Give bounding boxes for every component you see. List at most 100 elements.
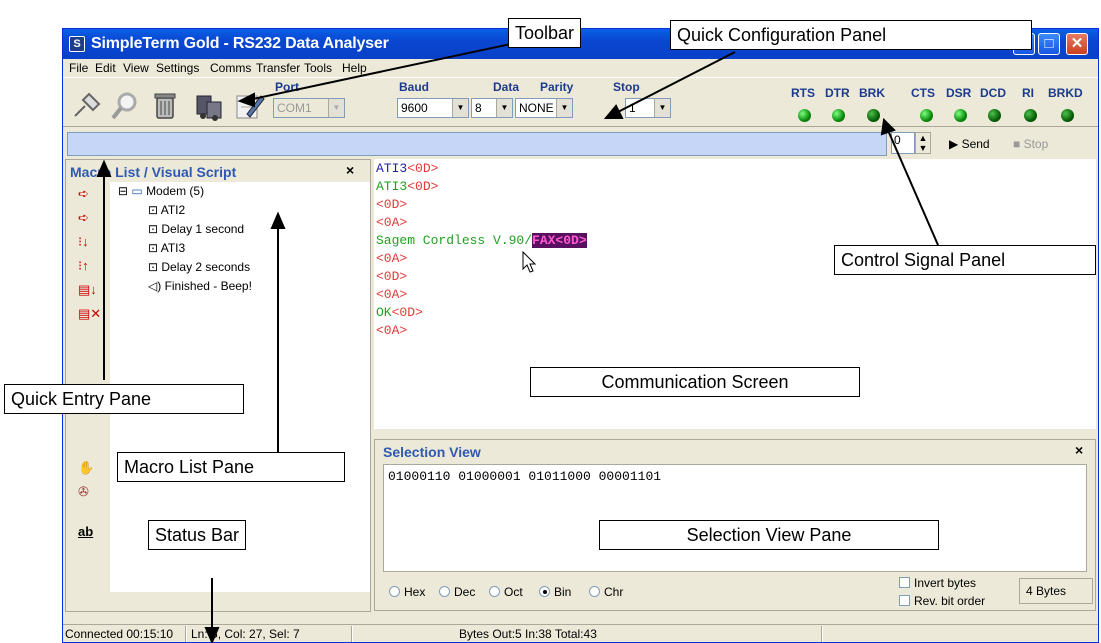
dtr-led[interactable]: [832, 109, 845, 122]
comm-tag: <0A>: [376, 251, 408, 266]
selected-text[interactable]: FAX<0D>: [532, 233, 587, 248]
port-label: Port: [275, 80, 299, 94]
search-icon[interactable]: [109, 90, 141, 122]
baud-select[interactable]: 9600 ▼: [397, 98, 469, 118]
move-up-icon[interactable]: ⁝↑: [78, 258, 98, 276]
dsr-led: [954, 109, 967, 122]
quick-entry-input[interactable]: [67, 132, 887, 156]
edit-icon[interactable]: [233, 90, 265, 122]
text-edit-icon[interactable]: ab: [78, 524, 98, 542]
move-down-icon[interactable]: ⁝↓: [78, 234, 98, 252]
transfer-icon[interactable]: [193, 90, 225, 122]
signal-dcd-label: DCD: [980, 86, 1006, 100]
close-button[interactable]: ✕: [1066, 33, 1088, 55]
tree-item[interactable]: ◁) Finished - Beep!: [148, 279, 252, 293]
stop-button[interactable]: ■ Stop: [1013, 134, 1048, 154]
collapse-icon: ⊟: [118, 184, 132, 198]
data-select[interactable]: 8 ▼: [471, 98, 513, 118]
comm-tag: <0A>: [376, 323, 408, 338]
hand-icon[interactable]: ✋: [78, 460, 98, 478]
port-value: COM1: [277, 101, 312, 115]
comm-tag: <0D>: [391, 305, 423, 320]
chevron-down-icon: ▼: [556, 99, 572, 117]
tree-item-label: Delay 2 seconds: [161, 260, 251, 274]
comm-tag: <0D>: [407, 179, 439, 194]
send-icon: ▶: [949, 137, 962, 151]
signal-rts-label: RTS: [791, 86, 815, 100]
stop-select[interactable]: 1 ▼: [625, 98, 671, 118]
byte-count: 4 Bytes: [1019, 578, 1093, 604]
format-oct-radio[interactable]: Oct: [489, 585, 523, 599]
byte-counters: Bytes Out:5 In:38 Total:43: [459, 627, 597, 641]
callout-selection-view: Selection View Pane: [599, 520, 939, 550]
chevron-down-icon: ▼: [496, 99, 512, 117]
step-macro-icon[interactable]: ➪: [78, 210, 98, 228]
rev-bit-order-checkbox[interactable]: Rev. bit order: [899, 594, 985, 608]
format-label: Chr: [604, 585, 624, 599]
menu-edit[interactable]: Edit: [95, 61, 116, 75]
tree-item[interactable]: ⊡ ATI3: [148, 241, 185, 255]
menu-transfer[interactable]: Transfer: [256, 61, 300, 75]
format-chr-radio[interactable]: Chr: [589, 585, 623, 599]
comm-tag: <0D>: [376, 197, 408, 212]
delay-icon: ⊡: [148, 260, 162, 274]
comm-tag: <0D>: [376, 269, 408, 284]
callout-control-signal: Control Signal Panel: [834, 245, 1096, 275]
tree-item-label: Delay 1 second: [161, 222, 245, 236]
signal-dsr-label: DSR: [946, 86, 972, 100]
tree-item[interactable]: ⊡ Delay 2 seconds: [148, 260, 250, 274]
menu-settings[interactable]: Settings: [156, 61, 199, 75]
format-label: Hex: [404, 585, 426, 599]
signal-ri-label: RI: [1022, 86, 1034, 100]
format-hex-radio[interactable]: Hex: [389, 585, 425, 599]
tree-item[interactable]: ⊡ Delay 1 second: [148, 222, 244, 236]
menu-file[interactable]: File: [69, 61, 88, 75]
cts-led: [920, 109, 933, 122]
send-button[interactable]: ▶ Send: [949, 134, 990, 154]
delete-icon[interactable]: ▤✕: [78, 306, 101, 324]
callout-quick-entry: Quick Entry Pane: [4, 384, 244, 414]
connect-icon[interactable]: [71, 90, 103, 122]
invert-bytes-checkbox[interactable]: Invert bytes: [899, 576, 976, 590]
close-icon[interactable]: ×: [1075, 442, 1083, 458]
brkd-led: [1061, 109, 1074, 122]
selection-view-title: Selection View: [383, 444, 481, 460]
tree-item-label: Finished - Beep!: [164, 279, 252, 293]
rts-led[interactable]: [798, 109, 811, 122]
run-macro-icon[interactable]: ➪: [78, 186, 98, 204]
comm-line: ATI3: [376, 179, 408, 194]
count-stepper[interactable]: ▲ ▼: [915, 132, 931, 154]
close-icon[interactable]: ×: [346, 162, 354, 178]
comm-tag: <0A>: [376, 215, 408, 230]
repeat-count-field[interactable]: 0: [891, 132, 915, 154]
callout-status-bar: Status Bar: [148, 520, 247, 550]
sound-icon[interactable]: ✇: [78, 484, 98, 502]
callout-communication: Communication Screen: [530, 367, 860, 397]
comm-tag: <0D>: [407, 161, 439, 176]
status-divider: [351, 626, 353, 642]
app-window: S SimpleTerm Gold - RS232 Data Analyser …: [62, 28, 1099, 643]
brk-led[interactable]: [867, 109, 880, 122]
tree-folder-modem[interactable]: ⊟ ▭ Modem (5): [118, 184, 204, 198]
port-select[interactable]: COM1 ▼: [273, 98, 345, 118]
menu-view[interactable]: View: [123, 61, 149, 75]
trash-icon[interactable]: [149, 90, 181, 122]
comm-line: Sagem Cordless V.90/: [376, 233, 533, 248]
parity-select[interactable]: NONE ▼: [515, 98, 573, 118]
comm-line: OK: [376, 305, 392, 320]
maximize-button[interactable]: □: [1038, 33, 1060, 55]
menu-help[interactable]: Help: [342, 61, 367, 75]
callout-quick-config: Quick Configuration Panel: [670, 20, 1032, 50]
tree-folder-label: Modem (5): [146, 184, 205, 198]
app-icon: S: [69, 36, 85, 52]
tree-item[interactable]: ⊡ ATI2: [148, 203, 185, 217]
ri-led: [1024, 109, 1037, 122]
dcd-led: [988, 109, 1001, 122]
menu-tools[interactable]: Tools: [304, 61, 332, 75]
format-dec-radio[interactable]: Dec: [439, 585, 475, 599]
cursor-position: Ln: 5, Col: 27, Sel: 7: [191, 627, 300, 641]
format-bin-radio[interactable]: Bin: [539, 585, 571, 599]
folder-icon: ▭: [131, 184, 147, 198]
menu-comms[interactable]: Comms: [210, 61, 251, 75]
insert-icon[interactable]: ▤↓: [78, 282, 98, 300]
